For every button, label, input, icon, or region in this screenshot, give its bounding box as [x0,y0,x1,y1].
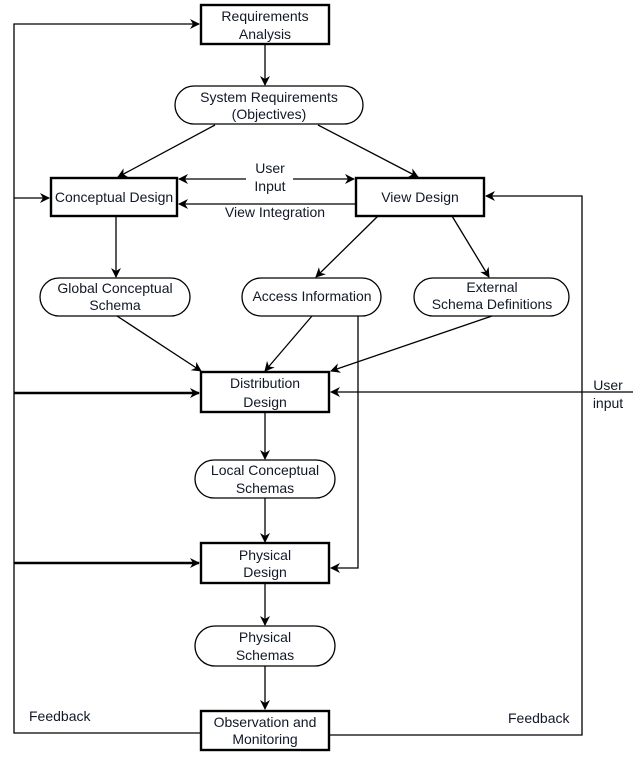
node-label: Distribution [230,375,300,391]
design-process-diagram: Requirements Analysis System Requirement… [0,0,633,757]
label-user-input-top: User [255,160,285,176]
arrow-sysreq-to-conceptual [117,124,216,178]
node-label: Physical [239,629,291,645]
node-global-conceptual-schema: Global Conceptual Schema [39,277,191,317]
node-view-design: View Design [354,176,486,218]
arrow-access-to-distribution [264,315,313,372]
node-label: Monitoring [232,731,297,747]
node-label: External [466,279,517,295]
node-label: System Requirements [200,89,338,105]
node-label: Physical [239,547,291,563]
node-physical-design: Physical Design [199,541,331,585]
node-label: Schema [89,297,141,313]
node-label: Schema Definitions [432,296,553,312]
diagram-canvas: Requirements Analysis System Requirement… [13,3,633,752]
node-label: View Design [381,189,459,205]
node-requirements-analysis: Requirements Analysis [199,3,331,46]
arrow-gcs-to-distribution [116,315,202,372]
node-external-schema-definitions: External Schema Definitions [413,277,570,317]
label-user-input-right: input [593,395,623,411]
node-label: (Objectives) [232,106,307,122]
arrow-sysreq-to-view [317,124,419,178]
arrow-view-to-external [451,215,490,278]
node-label: Design [243,394,287,410]
label-user-input-top: Input [254,178,285,194]
node-label: Global Conceptual [57,280,172,296]
node-system-requirements: System Requirements (Objectives) [174,85,364,125]
node-label: Requirements [221,8,308,24]
node-label: Observation and [214,714,317,730]
node-label: Analysis [239,26,291,42]
node-label: Schemas [236,480,294,496]
node-physical-schemas: Physical Schemas [194,625,336,667]
node-label: Conceptual Design [55,189,173,205]
node-distribution-design: Distribution Design [199,370,331,414]
label-view-integration: View Integration [225,204,325,220]
feedback-loop-left [13,19,201,734]
node-local-conceptual-schemas: Local Conceptual Schemas [194,459,336,499]
arrow-external-to-distribution [330,315,493,373]
node-access-information: Access Information [241,277,382,317]
arrow-access-to-physical [330,316,359,573]
label-feedback-right: Feedback [508,710,570,726]
node-label: Local Conceptual [211,462,319,478]
label-user-input-right: User [593,377,623,393]
node-conceptual-design: Conceptual Design [49,176,179,218]
node-label: Schemas [236,647,294,663]
label-feedback-left: Feedback [29,708,91,724]
node-label: Access Information [252,288,371,304]
node-observation-monitoring: Observation and Monitoring [199,709,331,752]
node-label: Design [243,564,287,580]
arrow-view-to-access [315,215,379,278]
feedback-loop-right [329,191,583,736]
